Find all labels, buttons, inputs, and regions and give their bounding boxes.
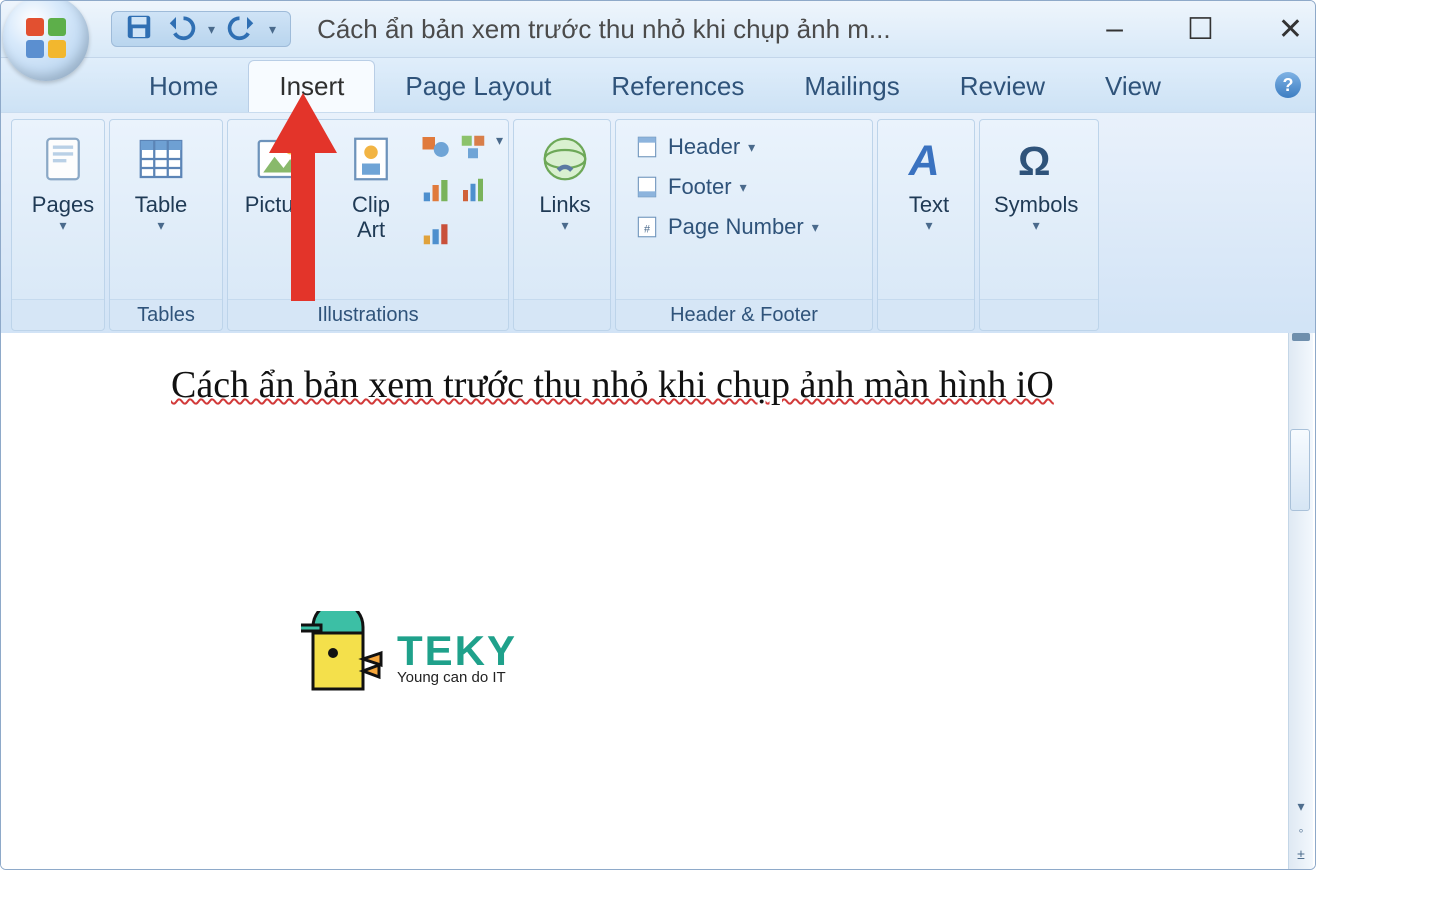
annotation-arrow-icon	[263, 93, 343, 313]
window-controls: – ☐ ✕	[1106, 1, 1303, 57]
page-number-button[interactable]: # Page Number ▾	[630, 212, 858, 242]
group-pages-label	[12, 299, 104, 330]
group-links: Links ▾	[513, 119, 611, 331]
chart-icon[interactable]	[420, 175, 450, 210]
pages-label: Pages	[32, 192, 94, 217]
footer-button[interactable]: Footer ▾	[630, 172, 858, 202]
browse-object-icon[interactable]: ◦	[1289, 819, 1313, 841]
bar-chart-icon[interactable]	[458, 175, 488, 210]
title-bar: ▾ ▾ Cách ẩn bản xem trước thu nhỏ khi ch…	[1, 1, 1315, 58]
scroll-down-icon[interactable]: ▾	[1289, 795, 1313, 817]
tab-mailings[interactable]: Mailings	[774, 61, 929, 112]
chevron-down-icon: ▾	[561, 217, 568, 234]
quick-access-toolbar: ▾ ▾	[111, 11, 291, 47]
hyperlink-icon	[538, 132, 592, 186]
group-headerfooter-label: Header & Footer	[616, 299, 872, 330]
chevron-down-icon: ▾	[157, 217, 164, 234]
undo-dropdown-icon[interactable]: ▾	[208, 21, 215, 38]
group-symbols: Ω Symbols ▾	[979, 119, 1099, 331]
document-text: Cách ẩn bản xem trước thu nhỏ khi chụp ả…	[171, 364, 1054, 406]
chevron-down-icon: ▾	[812, 219, 819, 236]
header-icon	[634, 134, 660, 160]
chevron-down-icon: ▾	[59, 217, 66, 234]
split-handle-icon[interactable]	[1292, 333, 1310, 341]
illustrations-small-buttons: ▾	[420, 128, 503, 253]
links-label: Links	[539, 192, 590, 217]
tab-home[interactable]: Home	[119, 61, 248, 112]
redo-icon[interactable]	[227, 12, 257, 47]
window-title: Cách ẩn bản xem trước thu nhỏ khi chụp ả…	[317, 14, 891, 45]
group-tables-label: Tables	[110, 299, 222, 330]
group-header-footer: Header ▾ Footer ▾ # Page Number ▾ Header…	[615, 119, 873, 331]
svg-text:Ω: Ω	[1018, 138, 1050, 184]
column-chart-icon[interactable]	[420, 218, 450, 253]
chevron-down-icon: ▾	[740, 179, 747, 196]
page-icon	[36, 132, 90, 186]
document-page[interactable]: Cách ẩn bản xem trước thu nhỏ khi chụp ả…	[1, 333, 1287, 869]
footer-icon	[634, 174, 660, 200]
tab-page-layout[interactable]: Page Layout	[375, 61, 581, 112]
svg-text:A: A	[908, 137, 940, 185]
app-window: ▾ ▾ Cách ẩn bản xem trước thu nhỏ khi ch…	[0, 0, 1316, 870]
maximize-button[interactable]: ☐	[1187, 12, 1214, 47]
tab-view[interactable]: View	[1075, 61, 1191, 112]
watermark-logo: TEKY Young can do IT	[301, 611, 517, 701]
watermark-brand: TEKY	[397, 627, 517, 675]
header-label: Header	[668, 134, 740, 160]
ribbon-tabs: Home Insert Page Layout References Maili…	[1, 58, 1315, 112]
header-button[interactable]: Header ▾	[630, 132, 858, 162]
chevron-down-icon: ▾	[925, 217, 932, 234]
undo-icon[interactable]	[166, 12, 196, 47]
clipart-label: Clip Art	[352, 192, 390, 243]
ribbon: Pages ▾ Table ▾ Tables Picture	[1, 112, 1315, 338]
symbols-label: Symbols	[994, 192, 1078, 217]
document-area: Cách ẩn bản xem trước thu nhỏ khi chụp ả…	[1, 333, 1315, 869]
group-links-label	[514, 299, 610, 330]
close-button[interactable]: ✕	[1278, 12, 1303, 47]
group-tables: Table ▾ Tables	[109, 119, 223, 331]
chevron-down-icon: ▾	[748, 139, 755, 156]
scrollbar-thumb[interactable]	[1290, 429, 1310, 511]
symbols-button[interactable]: Ω Symbols ▾	[988, 128, 1084, 238]
group-pages: Pages ▾	[11, 119, 105, 331]
page-number-label: Page Number	[668, 214, 804, 240]
group-symbols-label	[980, 299, 1098, 330]
vertical-scrollbar[interactable]: ▾ ◦ ±	[1288, 333, 1313, 869]
wordart-icon: A	[902, 132, 956, 186]
shapes-icon[interactable]	[420, 132, 450, 167]
table-button[interactable]: Table ▾	[118, 128, 204, 238]
chevron-down-icon: ▾	[1033, 217, 1040, 234]
omega-icon: Ω	[1009, 132, 1063, 186]
clipart-icon	[344, 132, 398, 186]
tab-review[interactable]: Review	[930, 61, 1075, 112]
tab-references[interactable]: References	[581, 61, 774, 112]
text-button[interactable]: A Text ▾	[886, 128, 972, 238]
pages-button[interactable]: Pages ▾	[20, 128, 106, 238]
save-icon[interactable]	[124, 12, 154, 47]
group-text-label	[878, 299, 974, 330]
group-text: A Text ▾	[877, 119, 975, 331]
table-icon	[134, 132, 188, 186]
text-label: Text	[909, 192, 949, 217]
page-number-icon: #	[634, 214, 660, 240]
table-label: Table	[135, 192, 188, 217]
footer-label: Footer	[668, 174, 732, 200]
help-icon[interactable]: ?	[1275, 72, 1301, 98]
teky-bird-icon	[301, 611, 391, 701]
links-button[interactable]: Links ▾	[522, 128, 608, 238]
smartart-icon[interactable]	[458, 132, 488, 167]
next-page-icon[interactable]: ±	[1289, 843, 1313, 865]
minimize-button[interactable]: –	[1106, 12, 1123, 46]
office-logo-icon	[26, 18, 66, 58]
qat-customize-icon[interactable]: ▾	[269, 21, 276, 38]
watermark-tagline: Young can do IT	[397, 669, 517, 686]
chevron-down-icon[interactable]: ▾	[496, 132, 503, 167]
svg-text:#: #	[644, 223, 650, 235]
